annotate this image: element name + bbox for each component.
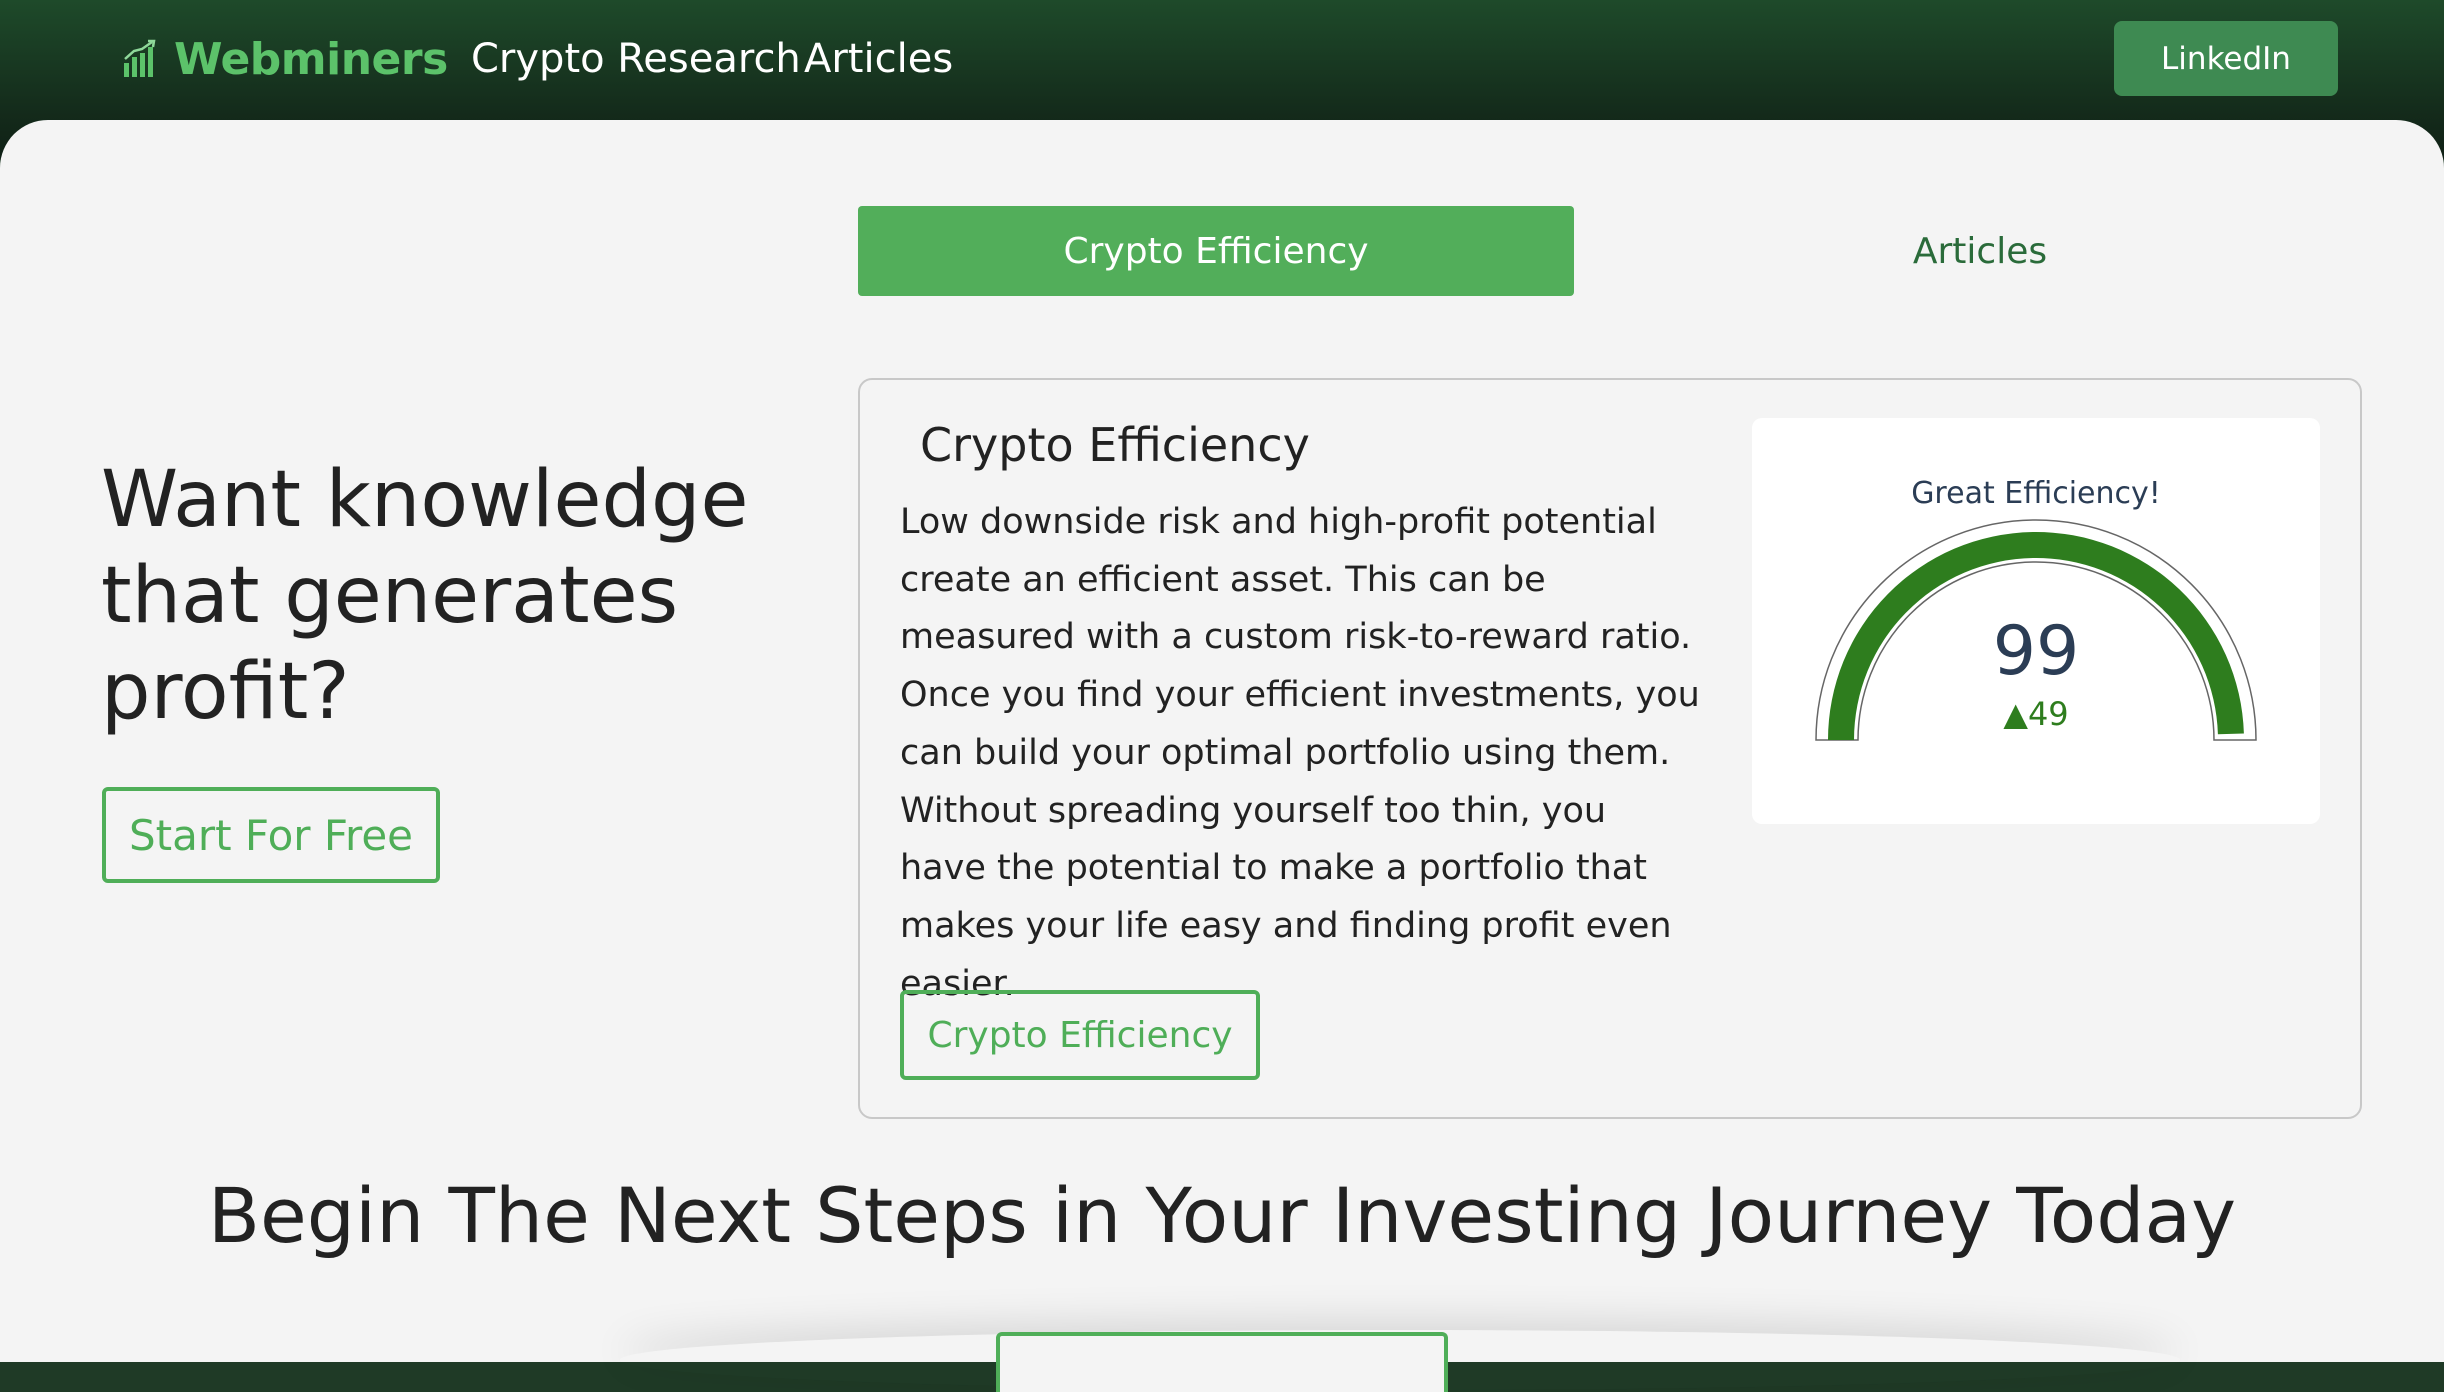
gauge-delta: ▲49 [2003, 695, 2069, 733]
bar-chart-icon [124, 39, 156, 77]
nav-link-articles[interactable]: Articles [804, 34, 953, 84]
card-description: Low downside risk and high-profit potent… [900, 502, 1700, 1004]
hero-title-line: profit? [101, 647, 350, 737]
gauge-value: 99 [1992, 612, 2080, 691]
hero-title-line: Want knowledge [101, 455, 749, 545]
logo-text: Webminers [174, 33, 448, 85]
hero-title: Want knowledge that generates profit? [101, 452, 801, 740]
linkedin-button[interactable]: LinkedIn [2114, 21, 2338, 96]
efficiency-gauge: Great Efficiency! 99 ▲49 [1752, 418, 2320, 824]
crypto-efficiency-button[interactable]: Crypto Efficiency [900, 990, 1260, 1080]
section-title: Begin The Next Steps in Your Investing J… [207, 1171, 2237, 1260]
tab-articles[interactable]: Articles [1690, 206, 2270, 296]
tab-crypto-efficiency[interactable]: Crypto Efficiency [858, 206, 1574, 296]
hero-title-line: that generates [101, 551, 679, 641]
logo[interactable]: Webminers [122, 30, 448, 88]
nav-link-crypto-research[interactable]: Crypto Research [471, 34, 801, 84]
crypto-efficiency-card: Crypto Efficiency Low downside risk and … [858, 378, 2362, 1119]
bottom-cta-button[interactable] [996, 1332, 1448, 1392]
card-title: Crypto Efficiency [920, 418, 1310, 472]
start-for-free-button[interactable]: Start For Free [102, 787, 440, 883]
